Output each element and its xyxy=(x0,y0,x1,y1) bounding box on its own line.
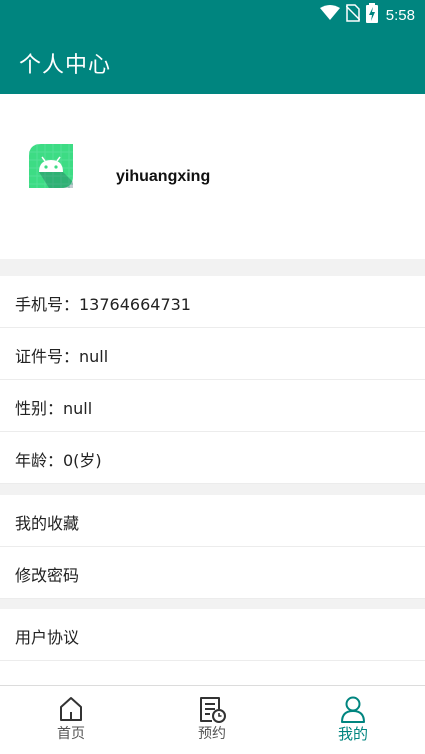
section-divider xyxy=(0,259,425,276)
nav-label-home: 首页 xyxy=(57,726,85,742)
page-title: 个人中心 xyxy=(19,53,112,78)
info-row-gender: 性别：null xyxy=(0,380,425,432)
home-icon xyxy=(60,697,82,721)
appointment-icon xyxy=(200,697,226,723)
id-number-label: 证件号：null xyxy=(15,347,109,366)
status-time: 5:58 xyxy=(385,6,415,24)
nav-tab-appointment[interactable]: 预约 xyxy=(172,686,252,754)
favorites-label: 我的收藏 xyxy=(15,514,80,533)
info-row-id-number: 证件号：null xyxy=(0,328,425,380)
nav-label-profile: 我的 xyxy=(337,725,368,743)
info-row-phone: 手机号：13764664731 xyxy=(0,276,425,328)
info-row-age: 年龄：0(岁) xyxy=(0,432,425,484)
menu-item-change-password[interactable]: 修改密码 xyxy=(0,547,425,599)
battery-charging-icon xyxy=(365,3,378,27)
menu-item-user-agreement[interactable]: 用户协议 xyxy=(0,609,425,661)
phone-label: 手机号：13764664731 xyxy=(15,295,191,314)
profile-header[interactable]: yihuangxing xyxy=(0,94,425,259)
section-divider xyxy=(0,599,425,609)
app-bar: 个人中心 xyxy=(0,30,425,94)
profile-icon xyxy=(341,696,365,723)
nav-label-appointment: 预约 xyxy=(198,726,226,742)
avatar[interactable] xyxy=(27,142,75,190)
section-divider xyxy=(0,484,425,495)
username: yihuangxing xyxy=(116,168,211,185)
menu-item-favorites[interactable]: 我的收藏 xyxy=(0,495,425,547)
nav-tab-home[interactable]: 首页 xyxy=(31,686,111,754)
no-sim-icon xyxy=(345,4,361,26)
bottom-nav: 首页 预约 我的 xyxy=(0,685,425,754)
user-agreement-label: 用户协议 xyxy=(15,628,80,647)
nav-tab-profile[interactable]: 我的 xyxy=(313,686,393,754)
wifi-icon xyxy=(319,5,340,25)
status-icons: 5:58 xyxy=(319,0,415,30)
gender-label: 性别：null xyxy=(15,399,93,418)
change-password-label: 修改密码 xyxy=(15,566,80,585)
age-label: 年龄：0(岁) xyxy=(15,451,102,470)
android-logo-icon xyxy=(29,144,73,188)
status-bar: 5:58 xyxy=(0,0,425,30)
